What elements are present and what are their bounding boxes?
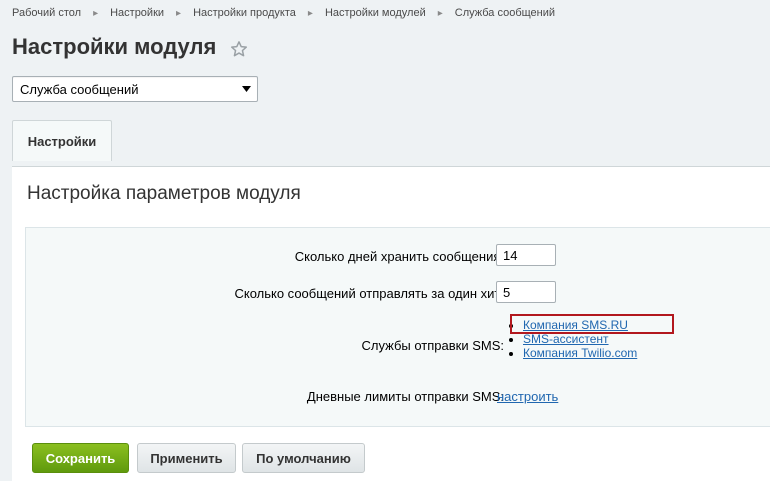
page-title-text: Настройки модуля	[12, 34, 217, 59]
save-button[interactable]: Сохранить	[32, 443, 129, 473]
tab-bar: Настройки	[12, 120, 770, 161]
breadcrumb-item-messaging-service[interactable]: Служба сообщений	[455, 7, 555, 19]
per-hit-input[interactable]	[496, 281, 556, 303]
breadcrumb-separator-icon: ▸	[93, 7, 99, 19]
module-select[interactable]: Служба сообщений	[12, 76, 258, 102]
highlight-box	[510, 314, 674, 334]
days-input[interactable]	[496, 244, 556, 266]
breadcrumb: Рабочий стол ▸ Настройки ▸ Настройки про…	[12, 6, 555, 20]
panel-title: Настройка параметров модуля	[27, 183, 301, 204]
default-button[interactable]: По умолчанию	[242, 443, 365, 473]
sms-service-link-twilio[interactable]: Компания Twilio.com	[523, 346, 637, 360]
days-label: Сколько дней хранить сообщения:	[294, 249, 504, 264]
per-hit-label: Сколько сообщений отправлять за один хит…	[234, 286, 504, 301]
sms-service-link-sms-assistant[interactable]: SMS-ассистент	[523, 332, 609, 346]
triangle-down-icon	[242, 82, 251, 94]
breadcrumb-separator-icon: ▸	[176, 7, 182, 19]
sms-services-label: Службы отправки SMS:	[361, 338, 504, 353]
list-item: Компания Twilio.com	[523, 346, 637, 360]
settings-panel: Настройка параметров модуля Сколько дней…	[12, 166, 770, 481]
breadcrumb-item-module-settings[interactable]: Настройки модулей	[325, 7, 426, 19]
breadcrumb-separator-icon: ▸	[307, 7, 313, 19]
daily-limits-configure-link[interactable]: настроить	[497, 389, 558, 404]
star-icon[interactable]	[230, 38, 248, 57]
module-select-value: Служба сообщений	[20, 82, 139, 97]
breadcrumb-item-desktop[interactable]: Рабочий стол	[12, 7, 81, 19]
list-item: SMS-ассистент	[523, 332, 637, 346]
breadcrumb-item-product-settings[interactable]: Настройки продукта	[193, 7, 296, 19]
tab-settings[interactable]: Настройки	[12, 120, 112, 161]
apply-button[interactable]: Применить	[137, 443, 236, 473]
settings-form: Сколько дней хранить сообщения: Сколько …	[25, 227, 770, 427]
page-title: Настройки модуля	[12, 34, 248, 60]
breadcrumb-item-settings[interactable]: Настройки	[110, 7, 164, 19]
daily-limits-label: Дневные лимиты отправки SMS:	[306, 389, 504, 404]
breadcrumb-separator-icon: ▸	[437, 7, 443, 19]
